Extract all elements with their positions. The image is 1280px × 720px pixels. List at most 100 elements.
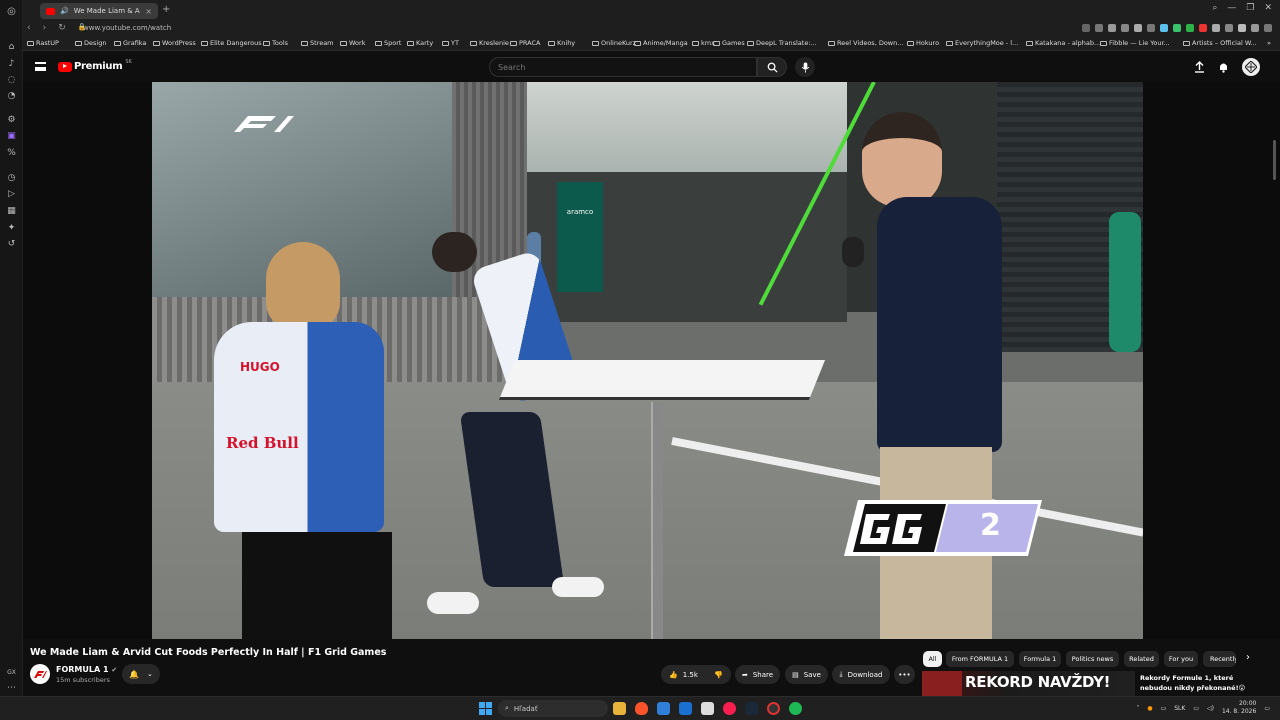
ext-icon[interactable]: [1186, 24, 1194, 32]
dislike-icon[interactable]: 👎: [714, 671, 723, 679]
bookmark-item[interactable]: Anime/Manga: [634, 39, 688, 47]
youtube-premium-logo[interactable]: Premium SK: [58, 59, 132, 72]
bookmark-item[interactable]: Reel Videos, Down...: [828, 39, 903, 47]
scrollbar[interactable]: [1273, 140, 1276, 180]
settings-icon[interactable]: ⚙: [6, 114, 17, 125]
hotstuff-icon[interactable]: ◔: [6, 90, 17, 101]
file-explorer-icon[interactable]: [613, 702, 626, 715]
bookmark-item[interactable]: EverythingMoe - l...: [946, 39, 1018, 47]
chip-politics-news[interactable]: Politics news: [1066, 651, 1119, 667]
bookmark-item[interactable]: Karty: [407, 39, 433, 47]
bookmark-item[interactable]: Tools: [263, 39, 288, 47]
search-tabs-icon[interactable]: ⌕: [1212, 3, 1217, 13]
chip-from-formula-1[interactable]: From FORMULA 1: [946, 651, 1014, 667]
bookmark-item[interactable]: Grafika: [114, 39, 146, 47]
voice-search-button[interactable]: [795, 57, 815, 77]
account-avatar[interactable]: [1242, 58, 1260, 76]
bookmark-item[interactable]: OnlineKurz: [592, 39, 636, 47]
new-tab-icon[interactable]: +: [162, 4, 170, 15]
clock-icon[interactable]: ◷: [6, 172, 17, 183]
more-icon[interactable]: ⋯: [6, 682, 17, 693]
bookmark-item[interactable]: Stream: [301, 39, 334, 47]
sparkle-icon[interactable]: ✦: [6, 222, 17, 233]
chip-formula-1[interactable]: Formula 1: [1019, 651, 1061, 667]
chip-recently[interactable]: Recently: [1203, 651, 1236, 667]
upload-button[interactable]: [1192, 60, 1206, 74]
play-icon[interactable]: ▷: [6, 188, 17, 199]
menu-icon[interactable]: [35, 62, 46, 71]
back-icon[interactable]: ‹: [27, 23, 31, 33]
photo-editor-icon[interactable]: [657, 702, 670, 715]
like-count[interactable]: 1.5k: [683, 671, 698, 679]
twitch-icon[interactable]: ▣: [6, 130, 17, 141]
ext-icon[interactable]: [1108, 24, 1116, 32]
minimize-icon[interactable]: —: [1227, 3, 1236, 13]
download-icon[interactable]: [1251, 24, 1259, 32]
opera-gx-logo-icon[interactable]: ◎: [6, 6, 17, 17]
bookmark-item[interactable]: kmx: [692, 39, 715, 47]
close-tab-icon[interactable]: ×: [145, 7, 152, 16]
notification-icon[interactable]: ▭: [1264, 705, 1270, 712]
video-player[interactable]: aramco HUGO Red Bull 2: [152, 82, 1143, 639]
bookmark-item[interactable]: Katakana - alphab...: [1026, 39, 1100, 47]
bookmark-item[interactable]: Design: [75, 39, 106, 47]
bookmark-item[interactable]: Hokuro: [907, 39, 939, 47]
ext-icon[interactable]: [1225, 24, 1233, 32]
url-text[interactable]: www.youtube.com/watch: [83, 24, 171, 32]
ext-icon[interactable]: [1134, 24, 1142, 32]
bookmark-item[interactable]: Artists – Official W...: [1183, 39, 1257, 47]
cube-icon[interactable]: ▦: [6, 205, 17, 216]
ext-icon[interactable]: [1095, 24, 1103, 32]
messenger-icon[interactable]: ◌: [6, 74, 17, 85]
menu-icon[interactable]: [1264, 24, 1272, 32]
language-indicator[interactable]: SLK: [1174, 705, 1185, 712]
bookmark-item[interactable]: YT: [442, 39, 459, 47]
chip-for-you[interactable]: For you: [1164, 651, 1198, 667]
volume-icon[interactable]: ◁): [1207, 705, 1214, 712]
ext-icon[interactable]: [1121, 24, 1129, 32]
tray-chevron-icon[interactable]: ˄: [1136, 705, 1139, 712]
share-button[interactable]: ➦ Share: [735, 665, 780, 684]
microphone-tray-icon[interactable]: ●: [1147, 705, 1152, 712]
calculator-icon[interactable]: [701, 702, 714, 715]
clock[interactable]: 20:00 14. 8. 2026: [1222, 700, 1256, 716]
ext-icon[interactable]: [1199, 24, 1207, 32]
chip-all[interactable]: All: [923, 651, 942, 667]
bookmark-item[interactable]: Games: [713, 39, 745, 47]
close-window-icon[interactable]: ✕: [1264, 3, 1272, 13]
bookmark-item[interactable]: RastUP: [27, 39, 59, 47]
ext-icon[interactable]: [1082, 24, 1090, 32]
download-button[interactable]: ⤓ Download: [832, 665, 890, 684]
bookmark-item[interactable]: Sport: [375, 39, 401, 47]
bookmark-item[interactable]: PRACA: [510, 39, 541, 47]
usb-icon[interactable]: ▭: [1161, 705, 1167, 712]
active-tab[interactable]: 🔊 We Made Liam & Arvid ×: [40, 3, 158, 19]
home-icon[interactable]: ⌂: [6, 41, 17, 52]
search-button[interactable]: [757, 57, 787, 77]
like-icon[interactable]: 👍: [669, 671, 678, 679]
subscription-bell-button[interactable]: 🔔 ⌄: [122, 664, 160, 684]
ext-icon[interactable]: [1173, 24, 1181, 32]
recommended-thumbnail[interactable]: REKORD NAVŽDY!: [922, 671, 1135, 696]
ext-icon[interactable]: [1238, 24, 1246, 32]
ext-icon[interactable]: [1147, 24, 1155, 32]
bookmark-item[interactable]: Work: [340, 39, 365, 47]
recommended-title[interactable]: Rekordy Formule 1, které nebudou nikdy p…: [1140, 673, 1260, 693]
spotify-icon[interactable]: [789, 702, 802, 715]
bookmark-item[interactable]: DeepL Translate:...: [747, 39, 817, 47]
bookmark-item[interactable]: Knihy: [548, 39, 575, 47]
bookmark-item[interactable]: Kreslenie: [470, 39, 509, 47]
ext-icon[interactable]: [1212, 24, 1220, 32]
bookmarks-overflow-icon[interactable]: »: [1267, 39, 1271, 47]
bookmark-item[interactable]: Fibble — Lie Your...: [1100, 39, 1170, 47]
brave-icon[interactable]: [635, 702, 648, 715]
chip-related[interactable]: Related: [1124, 651, 1159, 667]
maximize-icon[interactable]: ❐: [1246, 3, 1254, 13]
app-icon[interactable]: [767, 702, 780, 715]
taskbar-search[interactable]: ⌕ Hľadať: [498, 700, 608, 717]
mail-icon[interactable]: [679, 702, 692, 715]
steam-icon[interactable]: [745, 702, 758, 715]
channel-avatar[interactable]: [30, 664, 50, 684]
ext-icon[interactable]: [1160, 24, 1168, 32]
percent-icon[interactable]: %: [6, 147, 17, 158]
